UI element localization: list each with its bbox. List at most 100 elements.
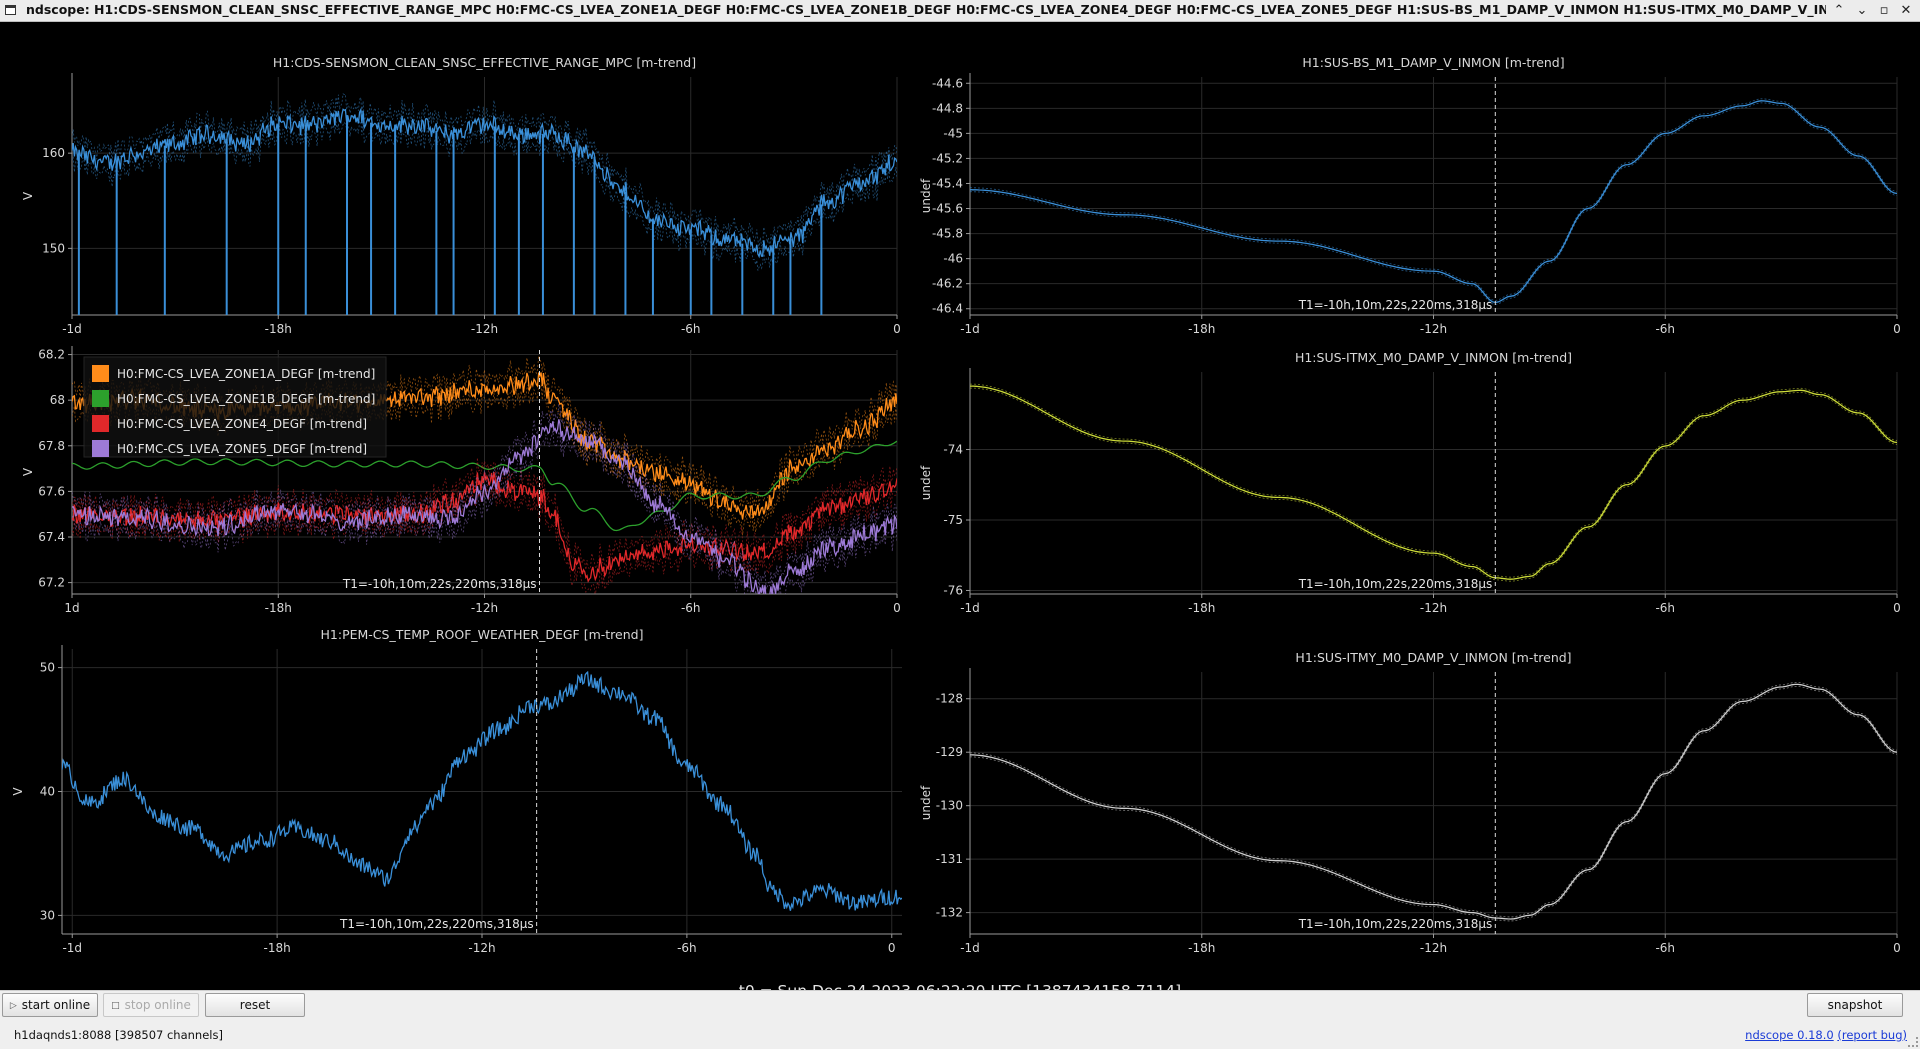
legend-swatch [92, 415, 109, 432]
x-tick-label: 0 [893, 601, 901, 615]
x-tick-label: 0 [1893, 322, 1901, 336]
cursor-t1-label: T1=-10h,10m,22s,220ms,318µs [1298, 298, 1493, 312]
legend-label: H0:FMC-CS_LVEA_ZONE1B_DEGF [m-trend] [117, 392, 375, 406]
version-link[interactable]: ndscope 0.18.0 [1745, 1028, 1834, 1042]
snapshot-button[interactable]: snapshot [1807, 993, 1903, 1017]
report-bug-link[interactable]: (report bug) [1837, 1028, 1907, 1042]
window-minimize-icon[interactable]: ⌃ [1829, 1, 1849, 21]
y-tick-label: -44.6 [932, 76, 963, 90]
x-tick-label: 0 [1893, 941, 1901, 955]
y-axis-label: undef [919, 178, 933, 213]
x-tick-label: 1d [64, 601, 79, 615]
x-tick-label: 0 [1893, 601, 1901, 615]
plot-legend: H0:FMC-CS_LVEA_ZONE1A_DEGF [m-trend] H0:F… [83, 356, 387, 458]
y-tick-label: -131 [936, 852, 963, 866]
y-axis-label: V [21, 191, 35, 200]
y-tick-label: -46 [943, 252, 963, 266]
reset-button[interactable]: reset [205, 993, 305, 1017]
window-title: ndscope: H1:CDS-SENSMON_CLEAN_SNSC_EFFEC… [26, 2, 1826, 17]
play-icon: ▷ [9, 1001, 17, 1011]
y-tick-label: -75 [943, 513, 963, 527]
y-tick-label: 30 [40, 908, 55, 922]
version-links: ndscope 0.18.0 (report bug) [1745, 1028, 1907, 1042]
cursor-t1-label: T1=-10h,10m,22s,220ms,318µs [342, 577, 537, 591]
plot-title: H1:SUS-ITMX_M0_DAMP_V_INMON [m-trend] [1295, 350, 1572, 365]
window-close-icon[interactable]: ✕ [1896, 1, 1916, 21]
y-tick-label: 40 [40, 785, 55, 799]
x-tick-label: -18h [1188, 941, 1215, 955]
y-tick-label: 150 [42, 241, 65, 255]
legend-swatch [92, 440, 109, 457]
x-tick-label: -18h [264, 941, 291, 955]
x-tick-label: 0 [888, 941, 896, 955]
y-tick-label: -45.2 [932, 151, 963, 165]
y-axis-label: V [21, 467, 35, 476]
y-tick-label: -74 [943, 443, 963, 457]
cursor-t1-label: T1=-10h,10m,22s,220ms,318µs [1298, 917, 1493, 931]
x-tick-label: -12h [1420, 322, 1447, 336]
plot-title: H1:SUS-BS_M1_DAMP_V_INMON [m-trend] [1302, 55, 1564, 70]
stop-icon: □ [111, 1001, 120, 1011]
y-tick-label: -76 [943, 583, 963, 597]
y-tick-label: -45 [943, 126, 963, 140]
x-tick-label: -6h [677, 941, 697, 955]
x-tick-label: -1d [960, 941, 980, 955]
cursor-t1-label: T1=-10h,10m,22s,220ms,318µs [1298, 577, 1493, 591]
x-tick-label: -6h [1655, 941, 1675, 955]
x-tick-label: -1d [62, 941, 82, 955]
x-tick-label: -1d [62, 322, 82, 336]
stop-online-label: stop online [124, 998, 191, 1012]
window-restore-icon[interactable]: ▫ [1874, 1, 1894, 21]
plot-sensmon: H1:CDS-SENSMON_CLEAN_SNSC_EFFECTIVE_RANG… [21, 55, 901, 336]
y-tick-label: -46.2 [932, 277, 963, 291]
plot-grid: H1:CDS-SENSMON_CLEAN_SNSC_EFFECTIVE_RANG… [11, 55, 1901, 955]
legend-swatch [92, 365, 109, 382]
x-tick-label: -6h [1655, 601, 1675, 615]
plot-itmy: H1:SUS-ITMY_M0_DAMP_V_INMON [m-trend] und… [919, 650, 1901, 955]
x-tick-label: -6h [681, 322, 701, 336]
resize-grip[interactable] [1908, 1037, 1918, 1047]
x-tick-label: -6h [681, 601, 701, 615]
y-axis-label: undef [919, 785, 933, 820]
window-maximize-icon[interactable]: ⌄ [1852, 1, 1872, 21]
legend-swatch [92, 390, 109, 407]
y-tick-label: 68 [50, 393, 65, 407]
y-tick-label: 68.2 [38, 348, 65, 362]
plot-itmx: H1:SUS-ITMX_M0_DAMP_V_INMON [m-trend] und… [919, 350, 1901, 615]
plot-title: H1:SUS-ITMY_M0_DAMP_V_INMON [m-trend] [1295, 650, 1571, 665]
start-online-label: start online [21, 998, 91, 1012]
y-tick-label: -45.8 [932, 227, 963, 241]
plot-bs: H1:SUS-BS_M1_DAMP_V_INMON [m-trend] undef… [919, 55, 1901, 336]
y-axis-label: undef [919, 465, 933, 500]
y-tick-label: -130 [936, 799, 963, 813]
stop-online-button[interactable]: □ stop online [103, 993, 199, 1017]
plot-title: H1:PEM-CS_TEMP_ROOF_WEATHER_DEGF [m-tren… [321, 627, 644, 642]
start-online-button[interactable]: ▷ start online [2, 993, 98, 1017]
y-tick-label: 67.6 [38, 484, 65, 498]
nds-server-status: h1daqnds1:8088 [398507 channels] [14, 1028, 223, 1042]
x-tick-label: 0 [893, 322, 901, 336]
x-tick-label: -12h [471, 601, 498, 615]
cursor-t1-label: T1=-10h,10m,22s,220ms,318µs [339, 917, 534, 931]
x-tick-label: -1d [960, 601, 980, 615]
y-tick-label: -128 [936, 692, 963, 706]
plot-roof: H1:PEM-CS_TEMP_ROOF_WEATHER_DEGF [m-tren… [11, 627, 902, 955]
window-titlebar: ndscope: H1:CDS-SENSMON_CLEAN_SNSC_EFFEC… [0, 0, 1920, 22]
y-tick-label: 50 [40, 661, 55, 675]
x-tick-label: -12h [1420, 941, 1447, 955]
y-tick-label: -44.8 [932, 101, 963, 115]
x-tick-label: -12h [471, 322, 498, 336]
y-tick-label: -45.4 [932, 176, 963, 190]
status-bar: h1daqnds1:8088 [398507 channels] ndscope… [0, 1021, 1920, 1049]
x-tick-label: -18h [265, 601, 292, 615]
legend-label: H0:FMC-CS_LVEA_ZONE4_DEGF [m-trend] [117, 417, 367, 431]
x-tick-label: -12h [468, 941, 495, 955]
y-tick-label: -46.4 [932, 302, 963, 316]
x-tick-label: -18h [1188, 322, 1215, 336]
y-tick-label: 67.8 [38, 439, 65, 453]
x-tick-label: -18h [1188, 601, 1215, 615]
plot-title: H1:CDS-SENSMON_CLEAN_SNSC_EFFECTIVE_RANG… [273, 55, 696, 70]
control-button-bar: ▷ start online □ stop online reset snapsho… [0, 990, 1920, 1021]
y-tick-label: -45.6 [932, 202, 963, 216]
x-tick-label: -12h [1420, 601, 1447, 615]
